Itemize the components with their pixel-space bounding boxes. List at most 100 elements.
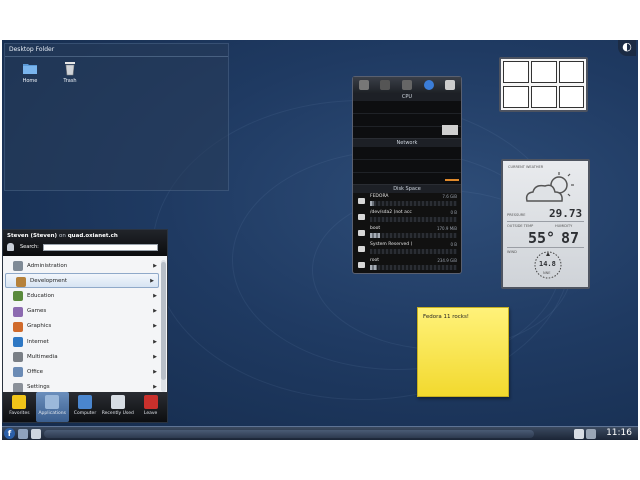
tab-computer[interactable]: Computer	[69, 392, 102, 422]
graphics-icon	[13, 321, 23, 332]
category-label: Office	[27, 368, 44, 375]
disk-list: FEDORA 7.6 GiB /dev/sda2 (not acc 0 B bo…	[353, 193, 461, 273]
drive-icon	[358, 198, 365, 204]
category-label: Graphics	[27, 323, 52, 330]
disk-section-title: Disk Space	[353, 185, 461, 193]
desktop[interactable]: ◐ Desktop Folder Home Trash CPU Network …	[2, 40, 638, 440]
chevron-right-icon: ▶	[150, 277, 154, 284]
network-graph-line	[445, 179, 459, 181]
disk-usage-bar	[370, 233, 457, 238]
pressure-label: PRESSURE	[507, 213, 526, 217]
desktop-icon-trash[interactable]: Trash	[55, 60, 85, 84]
disk-name: System Reserved (	[370, 242, 413, 247]
search-input[interactable]	[42, 243, 158, 251]
drive-icon	[358, 262, 365, 268]
divider	[5, 56, 228, 57]
memory-tab-icon[interactable]	[380, 80, 391, 90]
note-text[interactable]: Fedora 11 rocks!	[423, 314, 469, 320]
comic-panel	[559, 61, 584, 83]
cpu-section-title: CPU	[353, 93, 461, 101]
tab-label: Recently Used	[101, 411, 134, 416]
volume-tray-icon[interactable]	[586, 429, 596, 439]
desktop-icon-label: Trash	[63, 78, 77, 84]
category-label: Multimedia	[27, 353, 58, 360]
desktop-icon-label: Home	[22, 78, 38, 84]
taskbar-task-area[interactable]	[44, 430, 534, 438]
category-label: Development	[30, 277, 68, 284]
computer-icon	[77, 395, 92, 409]
disk-row: FEDORA 7.6 GiB	[353, 193, 461, 209]
humidity-label: HUMIDITY	[555, 224, 573, 228]
clock[interactable]: 11:16	[606, 428, 632, 438]
tab-label: Computer	[73, 411, 97, 416]
sensors-tab-icon[interactable]	[401, 80, 412, 90]
games-icon	[13, 306, 23, 317]
desktop-toolbox-button[interactable]: ◐	[618, 40, 636, 56]
disk-name: /dev/sda2 (not acc	[370, 210, 412, 215]
wind-speed-value: 14.8	[539, 260, 556, 268]
tab-favorites[interactable]: Favorites	[3, 392, 36, 422]
file-manager-icon[interactable]	[31, 429, 41, 439]
multimedia-icon	[13, 352, 23, 363]
launcher-header: Steven (Steven) on quad.oxianet.ch Searc…	[3, 230, 167, 256]
disk-usage-fill	[370, 265, 377, 270]
disk-row: /dev/sda2 (not acc 0 B	[353, 209, 461, 225]
disk-size: 0 B	[450, 242, 457, 247]
drive-icon	[358, 214, 365, 220]
chevron-right-icon: ▶	[153, 353, 157, 360]
tab-applications[interactable]: Applications	[35, 392, 69, 422]
fedora-launcher-icon[interactable]: f	[4, 428, 15, 439]
category-development[interactable]: Development ▶	[5, 273, 159, 289]
user-name: Steven (Steven)	[7, 233, 58, 239]
show-desktop-icon[interactable]	[18, 429, 28, 439]
disk-usage-bar	[370, 265, 457, 270]
administration-icon	[13, 261, 23, 271]
applications-icon	[45, 395, 60, 409]
chevron-right-icon: ▶	[153, 308, 157, 315]
development-icon	[16, 277, 26, 288]
cpu-graph-icon	[442, 125, 458, 135]
category-multimedia[interactable]: Multimedia ▶	[3, 349, 161, 364]
network-tab-icon[interactable]	[423, 80, 434, 90]
category-internet[interactable]: Internet ▶	[3, 334, 161, 349]
chevron-right-icon: ▶	[153, 368, 157, 375]
education-icon	[13, 291, 23, 302]
tab-recently-used[interactable]: Recently Used	[101, 392, 134, 422]
user-on-text: on	[58, 233, 66, 239]
settings-icon	[13, 382, 23, 393]
disk-size: 7.6 GiB	[442, 194, 457, 199]
category-office[interactable]: Office ▶	[3, 364, 161, 379]
scrollbar-thumb[interactable]	[161, 262, 166, 380]
system-monitor-widget: CPU Network Disk Space FEDORA 7.6 GiB /d…	[352, 76, 462, 274]
disk-row: System Reserved ( 0 B	[353, 241, 461, 257]
disk-row: boot 170.9 MiB	[353, 225, 461, 241]
launcher-tabs: Favorites Applications Computer Recently…	[3, 392, 167, 422]
disk-tab-icon[interactable]	[445, 80, 456, 90]
user-line: Steven (Steven) on quad.oxianet.ch	[7, 233, 163, 239]
desktop-folder-title: Desktop Folder	[9, 46, 55, 53]
divider	[507, 247, 584, 248]
weather-station-widget: CURRENT WEATHER PRESSURE 29.73 OUTSIDE T…	[501, 159, 590, 289]
host-name: quad.oxianet.ch	[67, 233, 118, 239]
disk-size: 0 B	[450, 210, 457, 215]
comic-panel	[503, 61, 529, 83]
tab-leave[interactable]: Leave	[134, 392, 167, 422]
desktop-icon-home[interactable]: Home	[15, 60, 45, 84]
tab-label: Leave	[143, 411, 158, 416]
chevron-right-icon: ▶	[153, 292, 157, 299]
disk-usage-bar	[370, 217, 457, 222]
star-icon	[12, 395, 27, 409]
network-section-title: Network	[353, 139, 461, 147]
category-scrollbar[interactable]	[161, 260, 166, 392]
category-games[interactable]: Games ▶	[3, 304, 161, 319]
clipboard-tray-icon[interactable]	[574, 429, 584, 439]
category-education[interactable]: Education ▶	[3, 288, 161, 303]
cpu-tab-icon[interactable]	[358, 80, 369, 90]
application-launcher-menu: Steven (Steven) on quad.oxianet.ch Searc…	[2, 229, 168, 423]
sticky-note-widget[interactable]: Fedora 11 rocks!	[417, 307, 509, 397]
drive-icon	[358, 230, 365, 236]
comic-strip-widget[interactable]	[499, 57, 588, 112]
search-row: Search:	[7, 243, 163, 251]
category-graphics[interactable]: Graphics ▶	[3, 319, 161, 334]
category-administration[interactable]: Administration ▶	[3, 258, 161, 273]
